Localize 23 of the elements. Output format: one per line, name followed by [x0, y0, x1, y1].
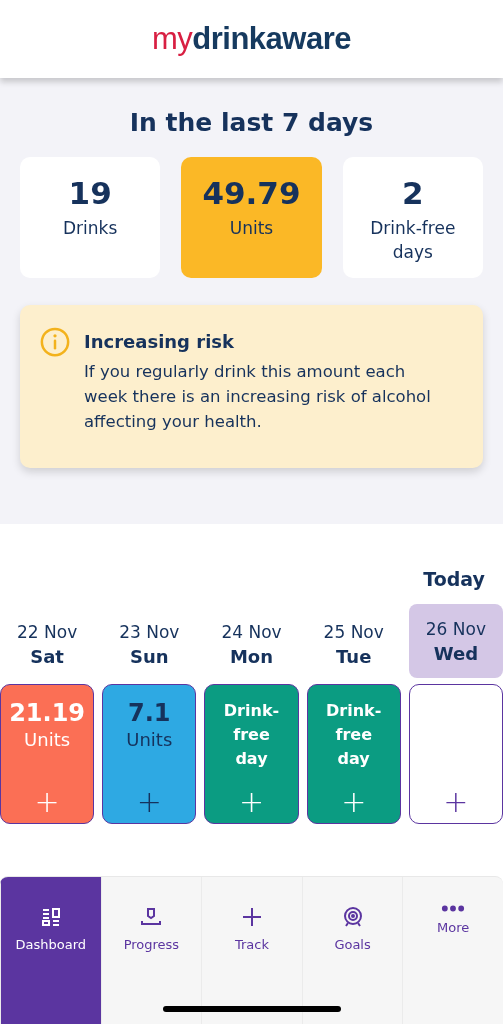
summary-title: In the last 7 days — [129, 108, 374, 137]
alert-title: Increasing risk — [84, 331, 235, 352]
stat-value: 19 — [68, 175, 112, 211]
nav-tab[interactable]: Dashboard — [0, 877, 101, 1024]
stat-label: Drink-free days — [369, 217, 457, 264]
nav-tab[interactable]: More — [402, 877, 503, 1024]
stat-label: Units — [228, 217, 275, 240]
day-card[interactable]: + — [408, 684, 503, 825]
day-heading: 26 Nov Wed — [408, 604, 503, 679]
day-heading: 23 Nov Sun — [118, 620, 181, 669]
today-label: Today — [423, 568, 485, 593]
day-card[interactable]: 7.1 Units + — [102, 684, 197, 825]
more-icon — [441, 905, 466, 912]
stat-value: 49.79 — [202, 175, 301, 211]
stat-label: Drinks — [62, 217, 119, 240]
day-heading: 24 Nov Mon — [220, 620, 283, 669]
alert-text: If you regularly drink this amount each week there is an increasing risk of alcohol affecting your health. — [84, 361, 432, 433]
info-icon — [40, 327, 70, 357]
stat-value: 2 — [402, 175, 424, 211]
logo: mydrinkaware — [152, 21, 351, 57]
day-heading: 25 Nov Tue — [322, 620, 385, 669]
day-heading: 22 Nov Sat — [16, 620, 79, 669]
plus-icon — [240, 905, 264, 929]
